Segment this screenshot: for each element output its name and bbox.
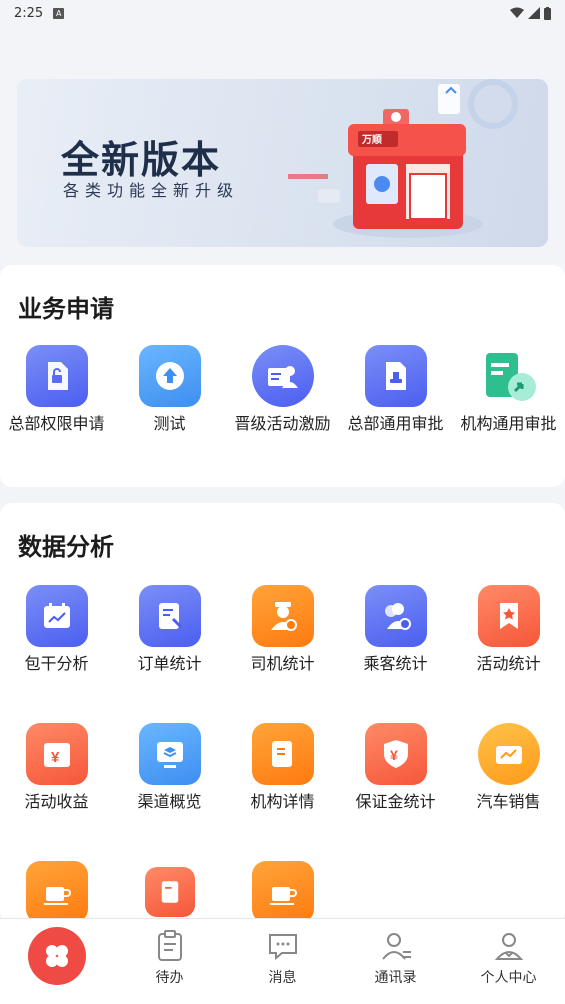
yuan-shield-icon: ¥ [364, 723, 427, 785]
app-org-detail[interactable]: 机构详情 [226, 723, 339, 813]
banner-title: 全新版本 [61, 138, 222, 182]
analysis-section: 数据分析 包干分析 订单统计 司机统计 乘客统计 活动统计 ¥ 活动收益 渠道概… [0, 503, 565, 923]
tab-home[interactable] [0, 919, 113, 1004]
signal-icon [528, 7, 540, 19]
app-label: 渠道概览 [137, 792, 202, 811]
tab-label: 待办 [155, 970, 184, 986]
tab-profile[interactable]: 个人中心 [452, 919, 565, 1004]
app-label: 乘客统计 [363, 654, 428, 673]
stamp-doc-icon [364, 345, 427, 407]
message-icon [268, 934, 297, 961]
app-passenger-stats[interactable]: 乘客统计 [339, 585, 452, 675]
app-label: 总部通用审批 [347, 414, 444, 433]
app-hq-permission[interactable]: 总部权限申请 [0, 345, 113, 435]
todo-icon [157, 930, 182, 961]
analysis-section-title: 数据分析 [18, 533, 114, 561]
app-label: 活动统计 [476, 654, 541, 673]
app-activity-revenue[interactable]: ¥ 活动收益 [0, 723, 113, 813]
app-car-sales[interactable]: 汽车销售 [452, 723, 565, 813]
app-label: 机构详情 [250, 792, 315, 811]
app-label: 汽车销售 [476, 792, 541, 811]
app-label: 司机统计 [250, 654, 315, 673]
app-label: 订单统计 [137, 654, 202, 673]
app-item-11[interactable] [0, 861, 113, 923]
bookmark-star-icon [477, 585, 540, 647]
tab-label: 个人中心 [480, 970, 537, 986]
tab-todo[interactable]: 待办 [113, 919, 226, 1004]
business-section-title: 业务申请 [18, 295, 114, 323]
app-item-13[interactable] [226, 861, 339, 923]
app-channel-overview[interactable]: 渠道概览 [113, 723, 226, 813]
notification-a-icon: A [53, 7, 65, 19]
banner-subtitle: 各类功能全新升级 [63, 181, 240, 200]
monitor-layers-icon [138, 723, 201, 785]
user-card-icon [251, 345, 314, 407]
app-deposit-stats[interactable]: ¥ 保证金统计 [339, 723, 452, 813]
app-item-12[interactable] [113, 867, 226, 917]
app-promotion-incentive[interactable]: 晋级活动激励 [226, 345, 339, 435]
app-order-stats[interactable]: 订单统计 [113, 585, 226, 675]
app-label: 晋级活动激励 [234, 414, 331, 433]
promo-banner[interactable]: 全新版本 各类功能全新升级 万顺 [17, 79, 548, 247]
profile-icon [494, 933, 523, 960]
business-section: 业务申请 总部权限申请 测试 晋级活动激励 总部通用审批 机构通用审批 [0, 265, 565, 487]
calendar-chart-icon [25, 585, 88, 647]
car-sales-icon [477, 723, 540, 785]
tab-label: 消息 [268, 970, 297, 986]
tab-contacts[interactable]: 通讯录 [339, 919, 452, 1004]
app-label: 活动收益 [24, 792, 89, 811]
home-clover-icon [27, 927, 86, 985]
svg-text:¥: ¥ [390, 747, 398, 763]
yuan-box-icon: ¥ [25, 723, 88, 785]
app-package-analysis[interactable]: 包干分析 [0, 585, 113, 675]
status-time: 2:25 [14, 5, 44, 21]
driver-icon [251, 585, 314, 647]
tab-messages[interactable]: 消息 [226, 919, 339, 1004]
app-test[interactable]: 测试 [113, 345, 226, 435]
order-doc-icon [138, 585, 201, 647]
app-hq-approval[interactable]: 总部通用审批 [339, 345, 452, 435]
cup-icon [251, 861, 314, 923]
cup-icon [25, 861, 88, 923]
app-label: 机构通用审批 [460, 414, 557, 433]
tab-label: 通讯录 [374, 970, 417, 986]
app-activity-stats[interactable]: 活动统计 [452, 585, 565, 675]
status-bar: 2:25 A [0, 0, 565, 26]
contacts-icon [381, 933, 411, 960]
app-driver-stats[interactable]: 司机统计 [226, 585, 339, 675]
org-doc-icon [251, 723, 314, 785]
store-illustration-icon: 万顺 [288, 79, 518, 238]
app-label: 保证金统计 [355, 792, 436, 811]
bottom-tab-bar: 待办 消息 通讯录 个人中心 [0, 918, 565, 1004]
banner-brand: 万顺 [361, 134, 382, 146]
svg-text:¥: ¥ [51, 749, 60, 766]
app-label: 包干分析 [24, 654, 89, 673]
lock-doc-icon [25, 345, 88, 407]
app-label: 总部权限申请 [8, 414, 105, 433]
org-approve-icon [478, 345, 540, 407]
wifi-icon [510, 7, 524, 18]
app-org-approval[interactable]: 机构通用审批 [452, 345, 565, 435]
battery-icon [544, 6, 551, 20]
passenger-icon [364, 585, 427, 647]
doc-icon [144, 867, 195, 917]
upload-icon [138, 345, 201, 407]
app-label: 测试 [153, 414, 186, 433]
